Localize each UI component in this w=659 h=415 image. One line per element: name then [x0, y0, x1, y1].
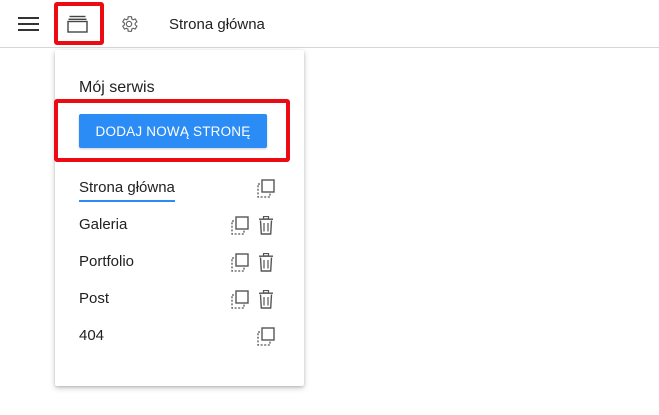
top-toolbar: Strona główna	[0, 0, 659, 48]
trash-icon[interactable]	[255, 214, 277, 236]
settings-button[interactable]	[110, 6, 148, 42]
page-item-404[interactable]: 404	[79, 322, 279, 350]
page-label[interactable]: Portfolio	[79, 253, 134, 270]
page-item-home[interactable]: Strona główna	[79, 174, 279, 202]
page-item-post[interactable]: Post	[79, 285, 279, 313]
pages-button[interactable]	[59, 6, 97, 42]
trash-icon[interactable]	[255, 251, 277, 273]
breadcrumb: Strona główna	[169, 16, 265, 33]
hamburger-menu-icon	[18, 17, 39, 31]
menu-button[interactable]	[10, 6, 48, 42]
page-label[interactable]: 404	[79, 327, 104, 344]
page-item-gallery[interactable]: Galeria	[79, 211, 279, 239]
duplicate-page-icon[interactable]	[255, 325, 277, 347]
pages-stack-icon	[67, 15, 88, 33]
duplicate-page-icon[interactable]	[229, 214, 251, 236]
pages-panel: Mój serwis DODAJ NOWĄ STRONĘ Strona głów…	[55, 50, 304, 386]
duplicate-page-icon[interactable]	[229, 251, 251, 273]
page-label[interactable]: Post	[79, 290, 109, 307]
page-label[interactable]: Strona główna	[79, 179, 175, 202]
panel-title: Mój serwis	[79, 79, 155, 96]
add-new-page-button[interactable]: DODAJ NOWĄ STRONĘ	[79, 114, 267, 148]
duplicate-page-icon[interactable]	[255, 177, 277, 199]
trash-icon[interactable]	[255, 288, 277, 310]
gear-icon	[122, 16, 138, 32]
page-label[interactable]: Galeria	[79, 216, 127, 233]
duplicate-page-icon[interactable]	[229, 288, 251, 310]
page-item-portfolio[interactable]: Portfolio	[79, 248, 279, 276]
